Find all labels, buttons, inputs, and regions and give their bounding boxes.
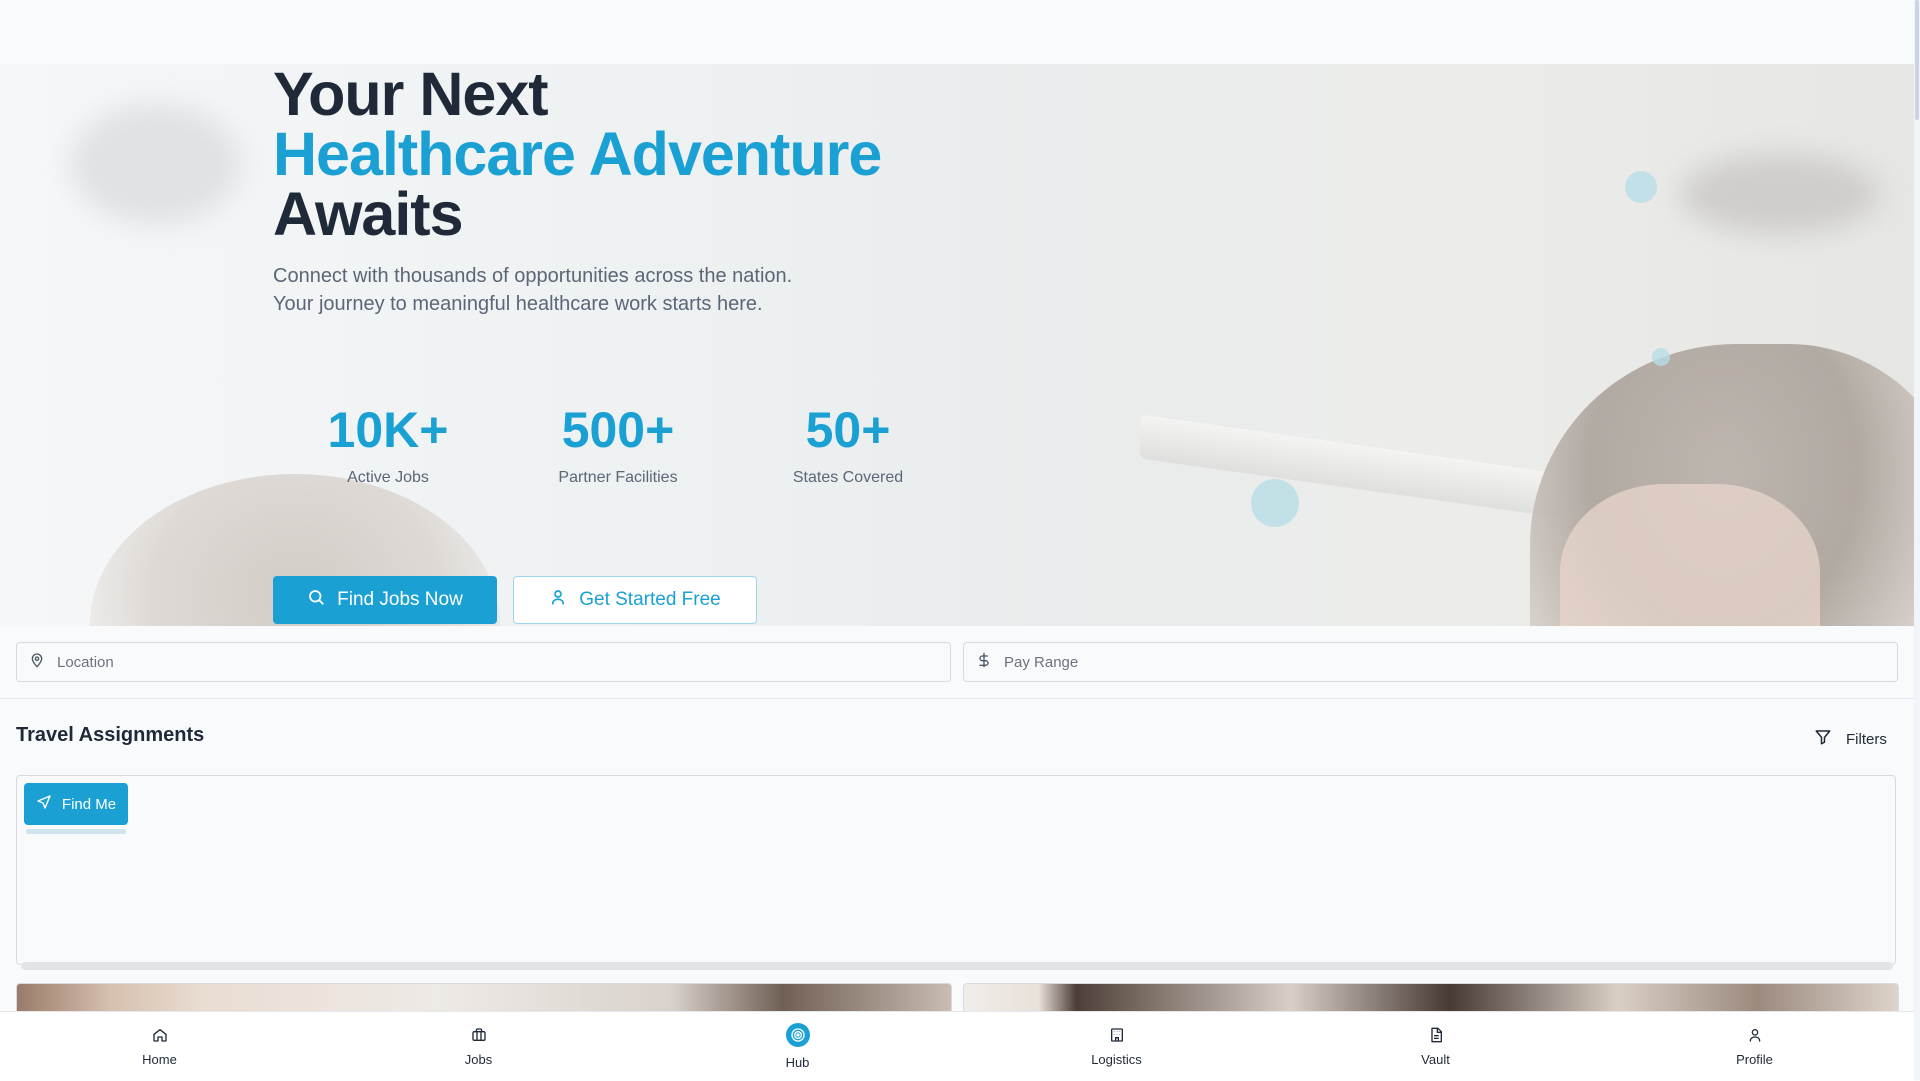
nav-label: Home (142, 1052, 177, 1067)
stat-states-covered: 50+ States Covered (733, 404, 963, 490)
dollar-icon (976, 652, 992, 673)
navigation-arrow-icon (36, 794, 52, 814)
map-panel[interactable]: Find Me (16, 775, 1896, 970)
stat-partner-facilities: 500+ Partner Facilities (503, 404, 733, 490)
bottom-navigation: Home Jobs Hub Logistics Vault Profile (0, 1011, 1914, 1081)
nav-label: Profile (1736, 1052, 1773, 1067)
get-started-button[interactable]: Get Started Free (513, 576, 757, 624)
briefcase-icon (470, 1026, 488, 1044)
nav-item-jobs[interactable]: Jobs (319, 1012, 638, 1081)
hero-title-line3: Awaits (273, 180, 464, 248)
find-me-button[interactable]: Find Me (24, 783, 128, 825)
search-filters-row (16, 642, 1898, 682)
location-input[interactable] (55, 652, 950, 672)
hero-blur-shape (1680, 154, 1880, 234)
hero-section: Your Next Healthcare Adventure Awaits Co… (0, 64, 1914, 626)
stat-label: States Covered (792, 469, 904, 486)
find-me-label: Find Me (61, 795, 117, 813)
find-jobs-label: Find Jobs Now (337, 589, 463, 610)
stats-row: 10K+ Active Jobs 500+ Partner Facilities… (273, 404, 963, 490)
find-me-underline (26, 829, 126, 834)
stat-label: Partner Facilities (558, 469, 678, 486)
pay-range-field[interactable] (963, 642, 1898, 682)
hero-title-line1: Your Next (273, 64, 549, 128)
home-icon (151, 1026, 169, 1044)
decorative-dot (1625, 171, 1657, 203)
stat-value: 50+ (805, 402, 891, 458)
hero-content: Your Next Healthcare Adventure Awaits Co… (273, 64, 1073, 624)
hero-title: Your Next Healthcare Adventure Awaits (273, 64, 1073, 248)
building-icon (1108, 1026, 1126, 1044)
pay-range-input[interactable] (1002, 652, 1897, 672)
filters-label: Filters (1846, 730, 1887, 748)
section-divider (0, 698, 1914, 699)
hero-title-line2: Healthcare Adventure (273, 120, 882, 188)
decorative-dot (1251, 479, 1299, 527)
decorative-dot (1652, 348, 1670, 366)
top-header (0, 0, 1914, 64)
scrollbar-thumb[interactable] (1915, 0, 1919, 120)
document-icon (1427, 1026, 1445, 1044)
hero-background-lamp (1140, 414, 1560, 518)
nav-item-profile[interactable]: Profile (1595, 1012, 1914, 1081)
user-icon (549, 588, 567, 612)
map-pin-icon (29, 652, 45, 673)
stat-active-jobs: 10K+ Active Jobs (273, 404, 503, 490)
map-horizontal-scrollbar[interactable] (21, 962, 1893, 970)
target-icon (785, 1023, 810, 1047)
hero-blur-shape (70, 104, 240, 224)
get-started-label: Get Started Free (579, 589, 721, 610)
nav-item-vault[interactable]: Vault (1276, 1012, 1595, 1081)
nav-item-hub[interactable]: Hub (638, 1012, 957, 1081)
stat-label: Active Jobs (347, 469, 429, 486)
stat-value: 500+ (561, 402, 675, 458)
hero-subtitle: Connect with thousands of opportunities … (273, 265, 793, 315)
nav-label: Hub (785, 1055, 810, 1070)
stat-value: 10K+ (327, 402, 449, 458)
nav-label: Jobs (464, 1052, 493, 1067)
nav-item-logistics[interactable]: Logistics (957, 1012, 1276, 1081)
nav-item-home[interactable]: Home (0, 1012, 319, 1081)
search-icon (307, 588, 325, 612)
section-title: Travel Assignments (16, 724, 205, 746)
filters-button[interactable]: Filters (1808, 724, 1893, 754)
find-jobs-button[interactable]: Find Jobs Now (273, 576, 497, 624)
hero-background-face (1560, 484, 1820, 626)
hero-cta-group: Find Jobs Now Get Started Free (273, 576, 757, 624)
nav-label: Vault (1421, 1052, 1450, 1067)
location-field[interactable] (16, 642, 951, 682)
page-scrollbar[interactable] (1914, 0, 1920, 1080)
user-icon (1746, 1026, 1764, 1044)
filter-icon (1814, 728, 1832, 750)
nav-label: Logistics (1091, 1052, 1142, 1067)
